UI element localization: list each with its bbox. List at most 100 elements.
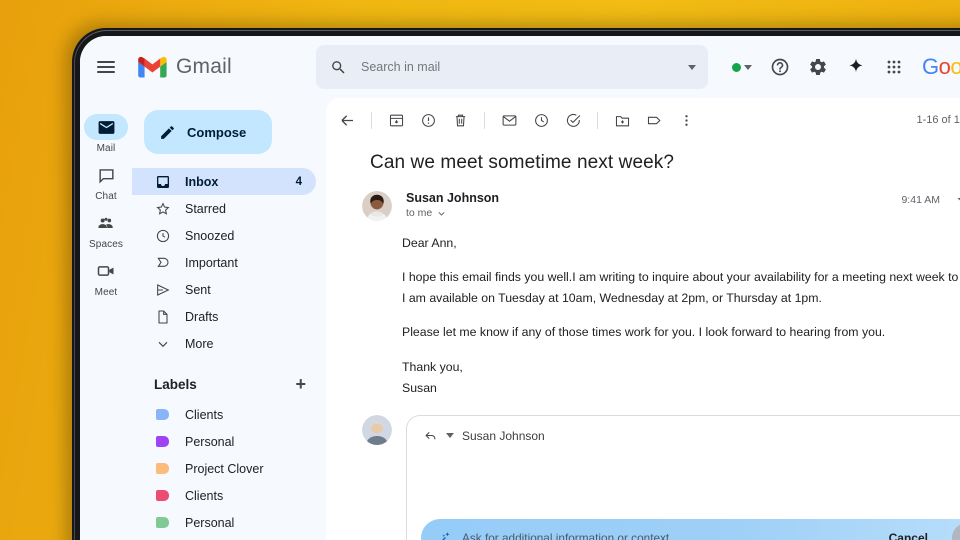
body-paragraph-2: I am available on Tuesday at 10am, Wedne… [402,291,822,306]
recipient-row[interactable]: to me [406,207,901,219]
mark-unread-button[interactable] [494,105,524,135]
nav-label-drafts: Drafts [185,309,219,324]
label-button[interactable] [639,105,669,135]
star-message-button[interactable] [956,191,960,213]
label-item-personal-green[interactable]: Personal [132,509,316,536]
back-button[interactable] [332,105,362,135]
reply-arrow-icon[interactable] [423,428,438,443]
label-color-swatch-icon [154,514,171,531]
spaces-icon [98,217,113,228]
chevron-down-icon [438,211,445,216]
label-item-personal-purple[interactable]: Personal [132,428,316,455]
reply-compose-card: Susan Johnson Cancel [406,414,960,540]
search-options-chevron-icon[interactable] [688,64,696,70]
reading-pane: 1-16 of 16 Can we meet sometime next wee… [326,98,960,540]
search-input[interactable] [347,60,688,74]
star-outline-icon [957,197,960,206]
message-body: Dear Ann, I hope this email finds you we… [326,221,960,399]
gmail-app-window: Gmail Search in mail G o o Mail Chat Spa… [80,36,960,540]
label-name: Clients [185,488,224,503]
snooze-clock-icon [534,113,548,127]
google-apps-button[interactable] [876,49,912,85]
reply-section: Susan Johnson Cancel [326,399,960,540]
pagination-range: 1-16 of 16 [916,114,960,126]
gmail-brand[interactable]: Gmail [138,55,296,79]
label-name: Personal [185,515,235,530]
body-greeting: Dear Ann, [402,236,457,250]
spark-icon [849,58,863,72]
nav-label-sent: Sent [185,282,211,297]
apps-grid-icon [887,60,901,74]
label-item-project-clover-orange[interactable]: Project Clover [132,455,316,482]
body-paragraph-3: Please let me know if any of those times… [402,325,886,340]
label-list: Clients Personal Project Clover Clients … [132,401,326,540]
nav-item-starred[interactable]: Starred [132,195,316,222]
rail-item-meet[interactable]: Meet [82,254,130,298]
inbox-icon [154,173,171,190]
nav-label-snoozed: Snoozed [185,228,235,243]
nav-item-important[interactable]: Important [132,249,316,276]
report-spam-button[interactable] [413,105,443,135]
ai-create-button[interactable]: Cre [952,523,960,540]
label-item-project-clover-blue[interactable]: Project Clover [132,536,316,540]
rail-item-spaces[interactable]: Spaces [82,206,130,250]
top-app-bar: Gmail Search in mail G o o [80,36,960,98]
snooze-button[interactable] [526,105,556,135]
label-name: Personal [185,434,235,449]
nav-item-sent[interactable]: Sent [132,276,316,303]
message-timestamp: 9:41 AM [901,194,940,206]
add-to-tasks-button[interactable] [558,105,588,135]
label-item-clients-blue[interactable]: Clients [132,401,316,428]
nav-label-more: More [185,336,214,351]
chevron-down-icon [154,335,171,352]
sender-meta: Susan Johnson to me [406,191,901,219]
gemini-button[interactable] [838,49,874,85]
settings-button[interactable] [800,49,836,85]
message-toolbar: 1-16 of 16 [326,98,960,142]
reply-recipient[interactable]: Susan Johnson [462,429,545,443]
active-status-dot-icon [732,62,741,72]
label-item-clients-pink[interactable]: Clients [132,482,316,509]
search-icon [332,60,345,74]
nav-item-drafts[interactable]: Drafts [132,303,316,330]
ai-cancel-button[interactable]: Cancel [875,531,942,540]
mail-folder-list: Inbox 4 Starred Snoozed Important Sent D… [132,168,326,357]
archive-button[interactable] [381,105,411,135]
add-label-button[interactable]: + [295,375,306,393]
reply-body-input[interactable] [407,444,960,519]
more-options-button[interactable] [671,105,701,135]
move-to-button[interactable] [607,105,637,135]
gmail-brand-label: Gmail [176,55,232,78]
rail-item-mail[interactable]: Mail [82,110,130,154]
magic-wand-icon [441,531,450,540]
pencil-icon [161,125,174,139]
rail-item-chat[interactable]: Chat [82,158,130,202]
report-spam-icon [421,113,435,127]
clock-icon [154,227,171,244]
add-to-tasks-icon [566,113,580,127]
label-color-swatch-icon [154,433,171,450]
nav-item-snoozed[interactable]: Snoozed [132,222,316,249]
main-menu-button[interactable] [88,49,124,85]
top-bar-actions: Goo [724,49,960,85]
delete-button[interactable] [445,105,475,135]
label-name: Project Clover [185,461,264,476]
nav-item-more[interactable]: More [132,330,316,357]
status-chevron-icon [744,64,752,70]
nav-item-inbox[interactable]: Inbox 4 [132,168,316,195]
trash-icon [455,114,465,126]
reply-type-chevron-icon[interactable] [446,433,454,439]
product-rail: Mail Chat Spaces Meet [80,98,132,540]
ai-prompt-input[interactable] [462,531,865,540]
google-account-logo[interactable]: Goo [922,54,960,80]
recipient-label: to me [406,207,433,219]
menu-icon [97,57,115,76]
status-indicator[interactable] [724,62,760,72]
label-color-swatch-icon [154,406,171,423]
mail-icon [98,120,114,134]
support-button[interactable] [762,49,798,85]
subject-row: Can we meet sometime next week? [326,142,960,183]
search-bar[interactable] [316,45,708,89]
rail-label-chat: Chat [95,191,117,202]
compose-button[interactable]: Compose [144,110,272,154]
